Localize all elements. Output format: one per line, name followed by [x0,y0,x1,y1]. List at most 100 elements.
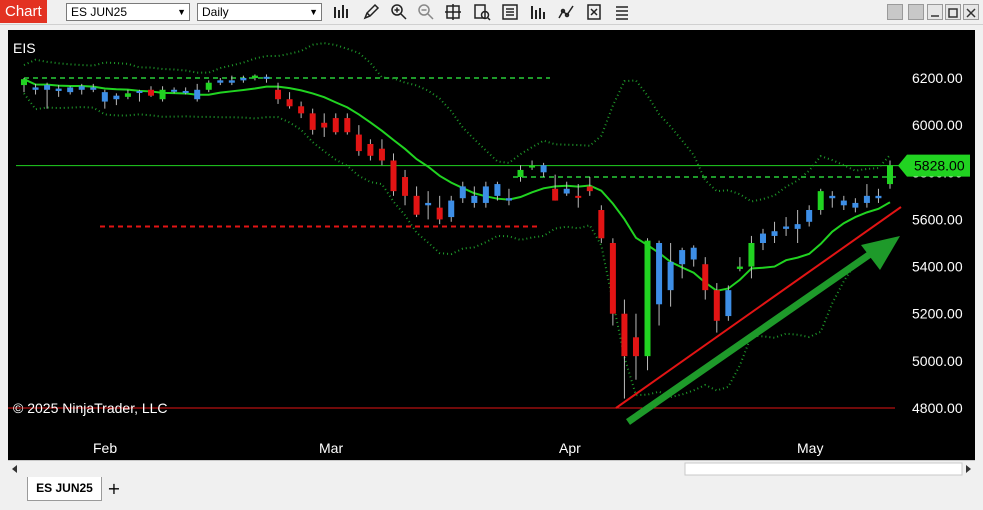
scroll-thumb[interactable] [684,462,963,476]
bar-type-icon[interactable] [332,3,350,21]
price-tick-label: 5400.00 [912,259,963,275]
crosshair-icon[interactable] [444,3,462,21]
candle-body [609,243,616,314]
candle-body [875,195,882,199]
chart-panel[interactable]: EIS 6200.006000.005800.005600.005400.005… [8,30,975,460]
candle-body [124,93,131,97]
candle-body [321,122,328,128]
candle-body [113,95,120,100]
templates-icon[interactable] [613,3,631,21]
price-tick-label: 5200.00 [912,306,963,322]
bollinger-bands [23,42,891,399]
price-tick-label: 5600.00 [912,211,963,227]
candle-body [448,200,455,218]
candle-body [182,90,189,93]
current-price-label: 5828.00 [914,158,965,174]
candle-body [817,191,824,210]
candle-body [471,195,478,203]
date-tick-label: Feb [93,440,117,456]
candle-body [759,233,766,243]
candle-body [32,87,39,90]
candle-body [598,210,605,239]
candle-body [863,195,870,203]
date-tick-label: Apr [559,440,581,456]
candle-body [552,188,559,201]
candle-body [355,134,362,152]
candle-body [736,266,743,269]
candle-body [505,198,512,201]
levels-layer [8,77,900,409]
candle-body [425,202,432,206]
candle-body [563,188,570,194]
window-link-button[interactable] [908,4,924,20]
data-box-icon[interactable] [501,3,519,21]
candle-body [644,240,651,357]
candle-body [679,250,686,265]
zoom-out-icon[interactable] [417,3,435,21]
date-axis[interactable]: Feb Mar Apr May [93,440,823,456]
minimize-button[interactable] [927,4,943,20]
close-icon [966,8,976,18]
bollinger-lower [23,92,891,399]
price-tick-label: 6200.00 [912,70,963,86]
candle-body [309,113,316,130]
candle-body [632,337,639,357]
candle-body [517,169,524,177]
candle-body [459,186,466,199]
candle-body [55,88,62,91]
price-tick-label: 6000.00 [912,117,963,133]
current-price-tag: 5828.00 [898,154,970,177]
candle-body [690,247,697,260]
indicators-icon[interactable] [529,3,547,21]
properties-icon[interactable] [585,3,603,21]
candle-body [78,86,85,90]
add-tab-button[interactable]: + [104,480,124,500]
candle-body [390,160,397,192]
candle-body [101,92,108,102]
candle-body [263,76,270,79]
window-color-button[interactable] [887,4,903,20]
candle-body [575,195,582,198]
candle-body [217,80,224,83]
candle-body [159,89,166,100]
price-tick-label: 4800.00 [912,400,963,416]
candle-body [771,231,778,236]
interval-selector[interactable]: Daily ▼ [197,3,322,21]
scroll-right-icon[interactable] [966,465,971,473]
instrument-selector[interactable]: ES JUN25 ▼ [66,3,190,21]
candle-body [378,148,385,161]
candle-body [21,79,27,86]
candle-body [90,87,97,90]
pencil-draw-icon[interactable] [362,3,380,21]
horizontal-scrollbar[interactable] [8,460,975,477]
minimize-icon [931,15,939,17]
date-tick-label: May [797,440,823,456]
maximize-button[interactable] [945,4,961,20]
tab-es-jun25[interactable]: ES JUN25 [27,477,102,501]
close-button[interactable] [963,4,979,20]
instrument-value: ES JUN25 [71,5,128,19]
candle-body [529,165,536,168]
candle-body [344,118,351,133]
zoom-in-icon[interactable] [390,3,408,21]
sma-line [23,78,891,292]
price-chart[interactable]: EIS 6200.006000.005800.005600.005400.005… [8,30,975,460]
candle-body [228,80,235,83]
candle-body [436,207,443,220]
candle-body [540,165,547,173]
strategies-chart-icon[interactable] [557,3,575,21]
price-tick-label: 5000.00 [912,353,963,369]
chevron-down-icon: ▼ [309,7,318,17]
candle-body [852,202,859,208]
candle-body [621,313,628,357]
maximize-icon [948,8,958,18]
scroll-left-icon[interactable] [12,465,17,473]
candle-body [783,226,790,229]
candle-body [702,264,709,291]
strategy-icon[interactable] [473,3,491,21]
candle-body [332,118,339,133]
candle-body [402,177,409,196]
candles-layer [21,74,893,399]
date-tick-label: Mar [319,440,343,456]
price-axis[interactable]: 6200.006000.005800.005600.005400.005200.… [912,70,963,416]
